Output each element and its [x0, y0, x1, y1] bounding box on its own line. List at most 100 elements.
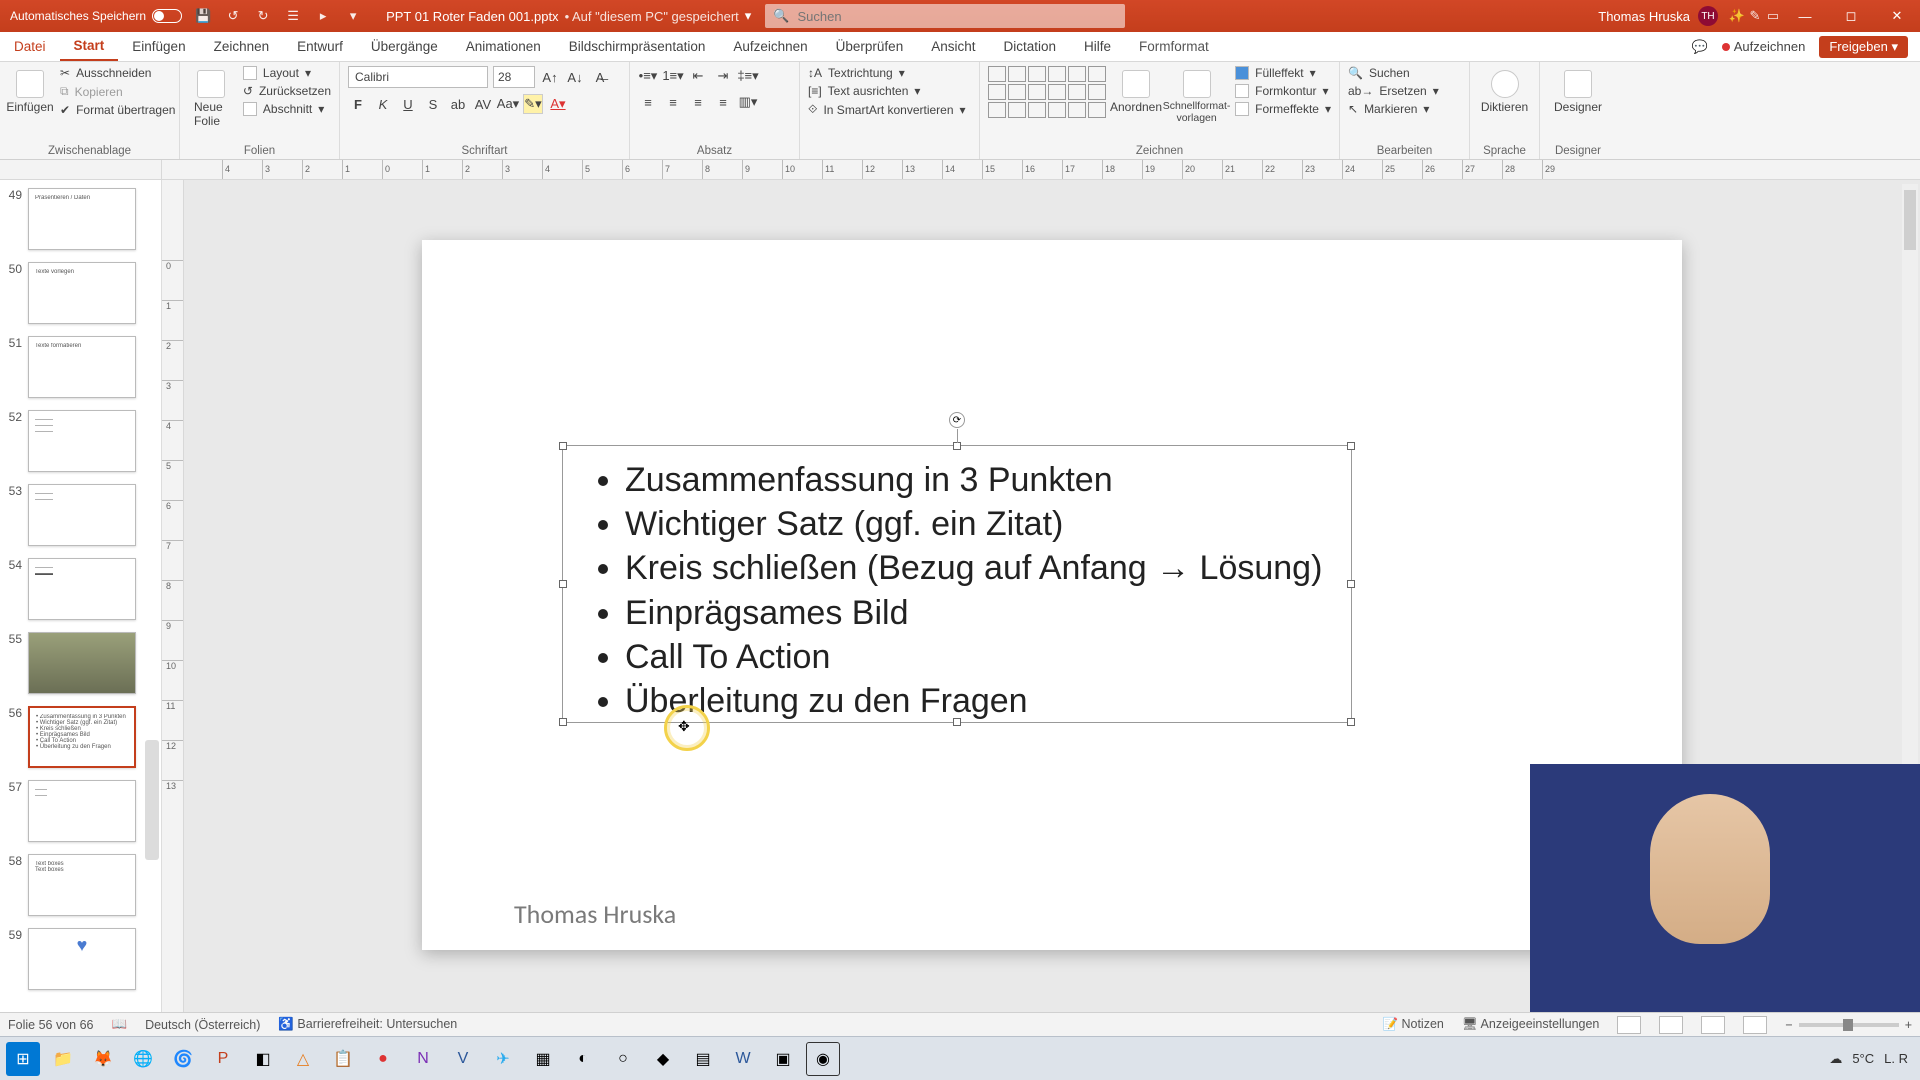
tab-file[interactable]: Datei	[0, 32, 60, 61]
close-button[interactable]: ✕	[1874, 0, 1920, 32]
powerpoint-icon[interactable]: P	[206, 1042, 240, 1076]
qat-more-icon[interactable]: ▾	[344, 7, 362, 25]
align-right-button[interactable]: ≡	[688, 92, 708, 112]
save-icon[interactable]: 💾	[194, 7, 212, 25]
italic-button[interactable]: K	[373, 94, 393, 114]
resize-handle[interactable]	[1347, 718, 1355, 726]
bold-button[interactable]: F	[348, 94, 368, 114]
thumb-row[interactable]: 59♥	[0, 920, 161, 994]
tab-slideshow[interactable]: Bildschirmpräsentation	[555, 32, 720, 61]
spacing-button[interactable]: AV	[473, 94, 493, 114]
find-button[interactable]: 🔍Suchen	[1348, 66, 1461, 80]
slide-thumbnail[interactable]	[28, 632, 136, 694]
shape-effects-button[interactable]: Formeffekte ▾	[1235, 102, 1331, 116]
thumb-row[interactable]: 51Texte formatieren	[0, 328, 161, 402]
status-proofing-icon[interactable]: 📖	[111, 1017, 127, 1032]
slide-thumbnails[interactable]: 49Präsentieren / Daten50Texte vorlegen51…	[0, 180, 162, 1012]
slide-thumbnail[interactable]: ♥	[28, 928, 136, 990]
tab-insert[interactable]: Einfügen	[118, 32, 199, 61]
zoom-out-button[interactable]: −	[1785, 1018, 1792, 1032]
replace-button[interactable]: ab→Ersetzen ▾	[1348, 84, 1461, 98]
comments-icon[interactable]: 💬	[1692, 39, 1708, 55]
autosave-toggle[interactable]: Automatisches Speichern	[10, 9, 182, 23]
font-family-select[interactable]: Calibri	[348, 66, 488, 88]
app-icon[interactable]: ▤	[686, 1042, 720, 1076]
format-painter-button[interactable]: ✔Format übertragen	[60, 103, 175, 117]
vertical-ruler[interactable]: 012345678910111213	[162, 180, 184, 1012]
thumb-row[interactable]: 53——————	[0, 476, 161, 550]
notes-button[interactable]: 📝 Notizen	[1382, 1017, 1443, 1032]
slide-thumbnail[interactable]: • Zusammenfassung in 3 Punkten• Wichtige…	[28, 706, 136, 768]
app-icon[interactable]: ○	[606, 1042, 640, 1076]
onenote-icon[interactable]: N	[406, 1042, 440, 1076]
draw-icon[interactable]: ✎	[1746, 7, 1764, 25]
record-button[interactable]: Aufzeichnen	[1722, 39, 1806, 54]
app-icon[interactable]: ◧	[246, 1042, 280, 1076]
slide-edit-area[interactable]: 012345678910111213 ⟳ Zusammenfassung in …	[162, 180, 1920, 1012]
undo-icon[interactable]: ↺	[224, 7, 242, 25]
tab-view[interactable]: Ansicht	[917, 32, 989, 61]
resize-handle[interactable]	[1347, 442, 1355, 450]
reset-button[interactable]: ↺Zurücksetzen	[243, 84, 331, 98]
tab-record[interactable]: Aufzeichnen	[719, 32, 821, 61]
cut-button[interactable]: ✂Ausschneiden	[60, 66, 175, 80]
case-button[interactable]: Aa▾	[498, 94, 518, 114]
tab-help[interactable]: Hilfe	[1070, 32, 1125, 61]
app-icon[interactable]: ▣	[766, 1042, 800, 1076]
shadow-button[interactable]: ab	[448, 94, 468, 114]
tab-review[interactable]: Überprüfen	[822, 32, 918, 61]
horizontal-ruler[interactable]: 4321012345678910111213141516171819202122…	[162, 160, 1920, 179]
thumb-row[interactable]: 54———▬▬▬	[0, 550, 161, 624]
maximize-button[interactable]: ◻	[1828, 0, 1874, 32]
thumb-row[interactable]: 52—————————	[0, 402, 161, 476]
visio-icon[interactable]: V	[446, 1042, 480, 1076]
strike-button[interactable]: S	[423, 94, 443, 114]
zoom-control[interactable]: − +	[1785, 1018, 1912, 1032]
font-color-button[interactable]: A▾	[548, 94, 568, 114]
resize-handle[interactable]	[559, 718, 567, 726]
numbering-button[interactable]: 1≡▾	[663, 66, 683, 86]
section-button[interactable]: Abschnitt ▾	[243, 102, 331, 116]
app-icon[interactable]: ▦	[526, 1042, 560, 1076]
slide-thumbnail[interactable]: ————	[28, 780, 136, 842]
thumb-row[interactable]: 57————	[0, 772, 161, 846]
slide-thumbnail[interactable]: Text boxesText boxes	[28, 854, 136, 916]
copy-button[interactable]: ⧉Kopieren	[60, 84, 175, 99]
quick-styles-button[interactable]: Schnellformat-vorlagen	[1166, 66, 1227, 128]
bullet-list[interactable]: Zusammenfassung in 3 Punkten Wichtiger S…	[583, 458, 1331, 710]
bullet-item[interactable]: Kreis schließen (Bezug auf Anfang → Lösu…	[625, 546, 1331, 590]
clear-format-icon[interactable]: A̶	[590, 67, 610, 87]
shape-fill-button[interactable]: Fülleffekt ▾	[1235, 66, 1331, 80]
thumb-row[interactable]: 55	[0, 624, 161, 698]
telegram-icon[interactable]: ✈	[486, 1042, 520, 1076]
search-box[interactable]: 🔍	[765, 4, 1125, 28]
view-normal-button[interactable]	[1617, 1016, 1641, 1034]
word-icon[interactable]: W	[726, 1042, 760, 1076]
resize-handle[interactable]	[559, 442, 567, 450]
thumb-row[interactable]: 58Text boxesText boxes	[0, 846, 161, 920]
thumb-row[interactable]: 49Präsentieren / Daten	[0, 180, 161, 254]
status-access[interactable]: ♿ Barrierefreiheit: Untersuchen	[278, 1017, 457, 1032]
share-button[interactable]: Freigeben ▾	[1819, 36, 1908, 58]
underline-button[interactable]: U	[398, 94, 418, 114]
thumb-row[interactable]: 50Texte vorlegen	[0, 254, 161, 328]
indent-button[interactable]: ⇥	[713, 66, 733, 86]
weather-icon[interactable]: ☁	[1829, 1051, 1842, 1067]
rotate-handle[interactable]: ⟳	[949, 412, 965, 428]
align-text-button[interactable]: [≡]Text ausrichten ▾	[808, 84, 971, 98]
text-direction-button[interactable]: ↕ATextrichtung ▾	[808, 66, 971, 80]
view-sorter-button[interactable]	[1659, 1016, 1683, 1034]
tab-draw[interactable]: Zeichnen	[200, 32, 284, 61]
shrink-font-icon[interactable]: A↓	[565, 67, 585, 87]
bullets-button[interactable]: •≡▾	[638, 66, 658, 86]
touch-mode-icon[interactable]: ☰	[284, 7, 302, 25]
from-beginning-icon[interactable]: ▸	[314, 7, 332, 25]
dedent-button[interactable]: ⇤	[688, 66, 708, 86]
tab-dictation[interactable]: Dictation	[989, 32, 1070, 61]
system-tray[interactable]: ☁ 5°C L. R	[1829, 1051, 1914, 1067]
app-icon[interactable]: ●	[366, 1042, 400, 1076]
chevron-down-icon[interactable]: ▾	[745, 8, 752, 24]
paste-button[interactable]: Einfügen	[8, 66, 52, 118]
align-center-button[interactable]: ≡	[663, 92, 683, 112]
tab-shape-format[interactable]: Formformat	[1125, 32, 1223, 61]
